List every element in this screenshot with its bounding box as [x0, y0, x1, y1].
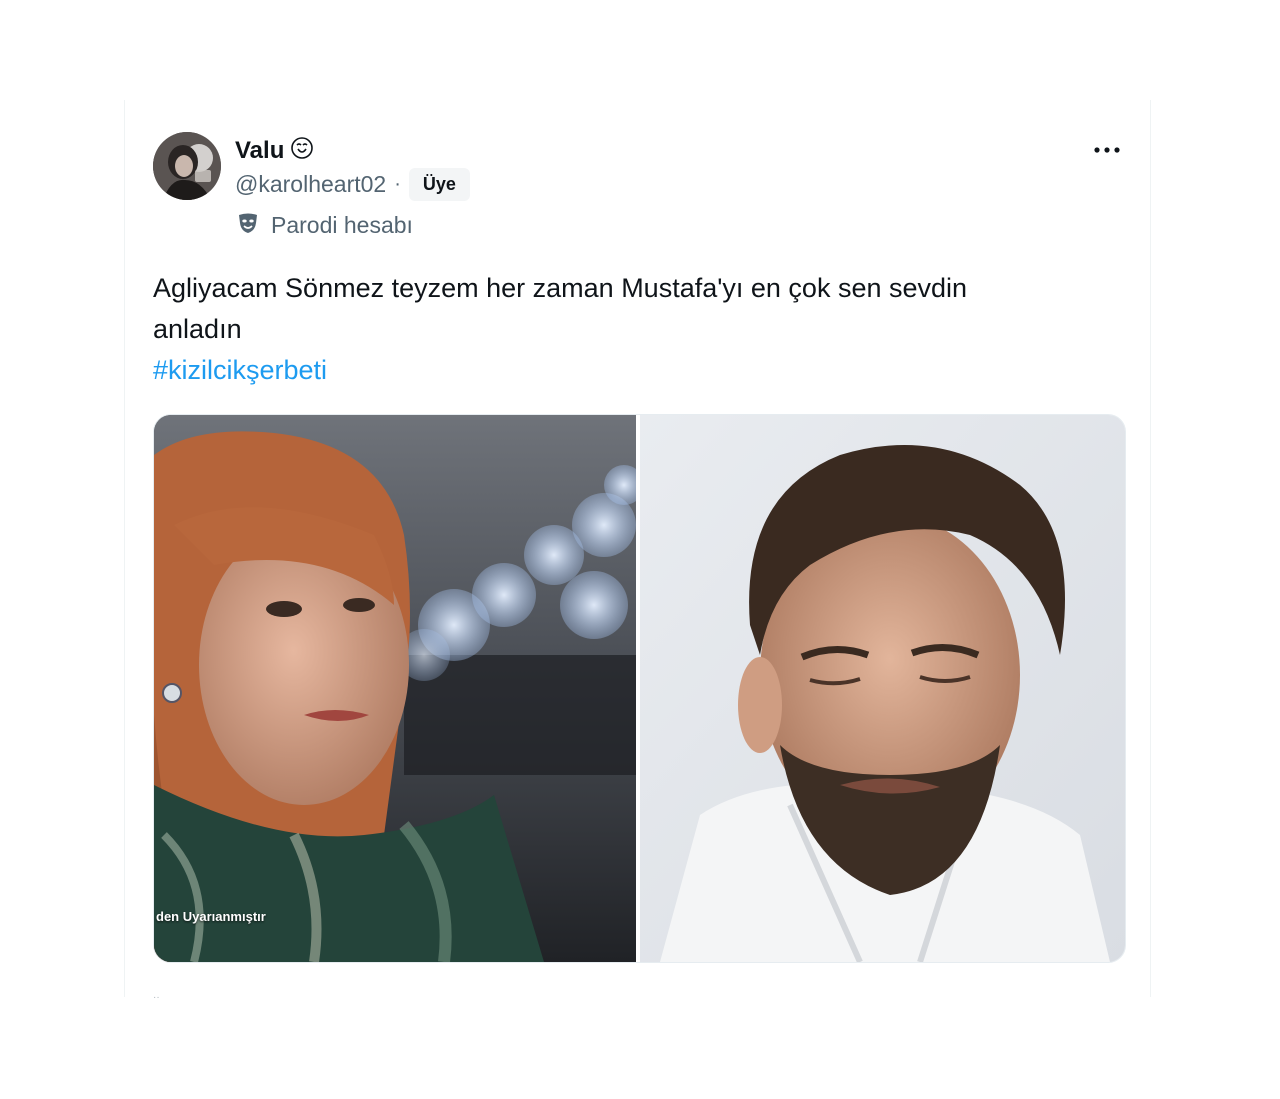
avatar[interactable]	[153, 132, 221, 200]
video-subtitle: den Uyarıanmıştır	[156, 909, 266, 924]
parody-label-row: Parodi hesabı	[235, 210, 413, 241]
media-image-left[interactable]: den Uyarıanmıştır	[154, 415, 636, 962]
author-name[interactable]: Valu	[235, 137, 284, 165]
tweet-text-line: anladın	[153, 314, 242, 344]
theater-mask-icon	[235, 210, 261, 241]
tweet-text: Agliyacam Sönmez teyzem her zaman Mustaf…	[153, 268, 1113, 391]
parody-badge-icon	[290, 136, 314, 165]
more-options-button[interactable]	[1089, 136, 1125, 164]
more-horizontal-icon	[1093, 141, 1121, 159]
truncated-footer: ··	[153, 992, 160, 1003]
author-handle-row: @karolheart02 · Üye	[235, 168, 470, 201]
separator-dot: ·	[394, 173, 401, 195]
tweet-text-line: Agliyacam Sönmez teyzem her zaman Mustaf…	[153, 273, 968, 303]
parody-label: Parodi hesabı	[271, 212, 413, 238]
hashtag-link[interactable]: #kizilcikşerbeti	[153, 355, 327, 385]
member-badge[interactable]: Üye	[408, 168, 470, 201]
tweet-media[interactable]: den Uyarıanmıştır	[153, 414, 1126, 963]
media-image-right[interactable]	[640, 415, 1125, 962]
author-name-row: Valu	[235, 136, 314, 165]
tweet-card: Valu @karolheart02 · Üye Parodi hesabı A…	[124, 100, 1151, 1003]
author-handle[interactable]: @karolheart02	[235, 171, 386, 198]
